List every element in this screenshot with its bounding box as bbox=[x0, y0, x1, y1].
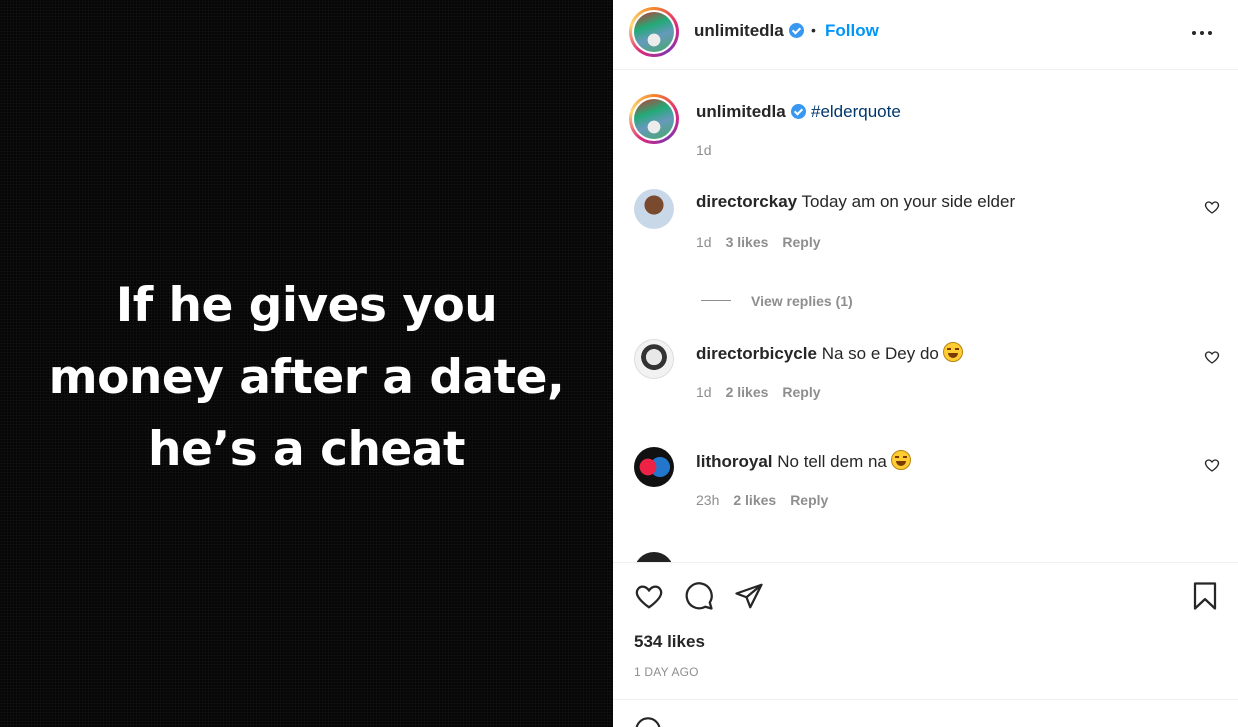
commenter-avatar[interactable] bbox=[634, 339, 674, 379]
reply-button[interactable]: Reply bbox=[790, 492, 828, 508]
paper-plane-icon[interactable] bbox=[734, 581, 764, 611]
comment-meta: 1d 2 likes Reply bbox=[696, 384, 835, 400]
comment-meta: 23h 2 likes Reply bbox=[696, 492, 842, 508]
comment-time[interactable]: 1d bbox=[696, 384, 712, 400]
reply-button[interactable]: Reply bbox=[782, 234, 820, 250]
heart-icon[interactable] bbox=[634, 581, 664, 611]
comment-meta: 1d 3 likes Reply bbox=[696, 234, 835, 250]
quote-line: If he gives you bbox=[115, 278, 498, 333]
post-side-panel: unlimitedla • Follow unlimitedla #elderq… bbox=[613, 0, 1238, 727]
verified-badge-icon bbox=[791, 104, 806, 119]
comment-username[interactable]: directorbicycle bbox=[696, 344, 817, 363]
comment-time[interactable]: 1d bbox=[696, 234, 712, 250]
comment-text: directorbicycle Na so e Dey do bbox=[696, 342, 963, 364]
follow-button[interactable]: Follow bbox=[825, 21, 879, 41]
bookmark-icon[interactable] bbox=[1190, 581, 1220, 611]
author-username[interactable]: unlimitedla bbox=[694, 21, 784, 41]
comment-body: Na so e Dey do bbox=[821, 344, 939, 363]
post-header: unlimitedla • Follow bbox=[613, 0, 1238, 70]
comment-like-icon[interactable] bbox=[1204, 349, 1220, 365]
post-timestamp[interactable]: 1 DAY AGO bbox=[634, 665, 699, 679]
quote-line: he’s a cheat bbox=[148, 422, 466, 477]
likes-count[interactable]: 534 likes bbox=[634, 632, 705, 652]
post-image[interactable]: If he gives you money after a date, he’s… bbox=[0, 0, 613, 727]
comment-text: lithoroyal No tell dem na bbox=[696, 450, 911, 472]
verified-badge-icon bbox=[789, 23, 804, 38]
comment-likes[interactable]: 2 likes bbox=[726, 384, 769, 400]
comment-text: directorckay Today am on your side elder bbox=[696, 192, 1015, 212]
comment-icon[interactable] bbox=[684, 581, 714, 611]
comment-username[interactable]: lithoroyal bbox=[696, 452, 773, 471]
caption-hashtag[interactable]: #elderquote bbox=[811, 102, 901, 122]
caption-time[interactable]: 1d bbox=[696, 142, 712, 158]
quote-text: If he gives you money after a date, he’s… bbox=[0, 270, 613, 486]
commenter-avatar[interactable] bbox=[634, 447, 674, 487]
caption-avatar[interactable] bbox=[629, 94, 679, 144]
emoji-picker-icon[interactable] bbox=[634, 716, 662, 727]
more-options-icon[interactable] bbox=[1192, 22, 1214, 42]
view-replies-line bbox=[701, 300, 731, 301]
caption-username[interactable]: unlimitedla bbox=[696, 102, 786, 122]
laughing-emoji-icon bbox=[890, 450, 911, 470]
reply-button[interactable]: Reply bbox=[782, 384, 820, 400]
quote-line: money after a date, bbox=[48, 350, 565, 405]
comment-like-icon[interactable] bbox=[1204, 457, 1220, 473]
laughing-emoji-icon bbox=[942, 342, 963, 362]
comment-likes[interactable]: 2 likes bbox=[733, 492, 776, 508]
view-replies-button[interactable]: View replies (1) bbox=[751, 293, 853, 309]
comment-body: No tell dem na bbox=[777, 452, 887, 471]
commenter-avatar[interactable] bbox=[634, 189, 674, 229]
action-bar: 534 likes 1 DAY AGO bbox=[613, 562, 1238, 727]
separator-dot: • bbox=[811, 22, 816, 38]
comment-username[interactable]: directorckay bbox=[696, 192, 797, 211]
comment-time[interactable]: 23h bbox=[696, 492, 719, 508]
author-avatar[interactable] bbox=[629, 7, 679, 57]
add-comment-bar[interactable] bbox=[613, 699, 1238, 727]
comment-body: Today am on your side elder bbox=[801, 192, 1016, 211]
comment-like-icon[interactable] bbox=[1204, 199, 1220, 215]
comment-likes[interactable]: 3 likes bbox=[726, 234, 769, 250]
